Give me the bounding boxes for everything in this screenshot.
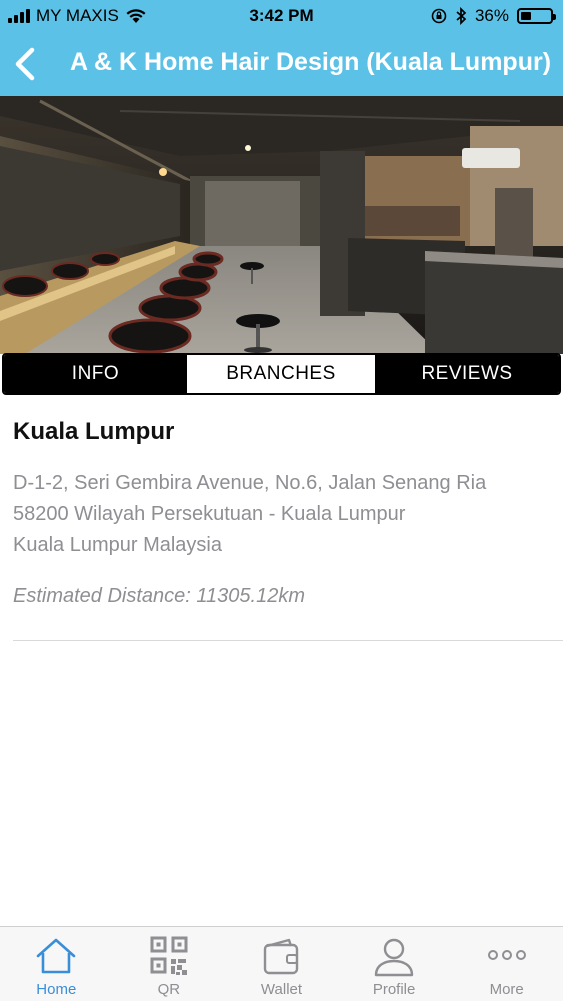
tab-reviews[interactable]: REVIEWS bbox=[375, 355, 559, 393]
qr-code-icon bbox=[150, 936, 188, 975]
chevron-left-icon bbox=[15, 47, 35, 81]
estimated-distance: Estimated Distance: 11305.12km bbox=[13, 585, 306, 607]
tabbar-qr[interactable]: QR bbox=[113, 927, 226, 1001]
tabbar-more-label: More bbox=[489, 981, 524, 998]
status-bar: MY MAXIS 3:42 PM 36% bbox=[0, 0, 563, 32]
tab-branches[interactable]: BRANCHES bbox=[187, 355, 375, 393]
page-title: A & K Home Hair Design (Kuala Lumpur) bbox=[69, 48, 552, 76]
tabbar-profile-label: Profile bbox=[372, 981, 416, 998]
address-line-3: Kuala Lumpur Malaysia bbox=[13, 534, 222, 556]
tabbar-qr-label: QR bbox=[157, 981, 181, 998]
header-bar: MY MAXIS 3:42 PM 36% A & K Home Hair Des… bbox=[0, 0, 563, 96]
address-line-1: D-1-2, Seri Gembira Avenue, No.6, Jalan … bbox=[13, 472, 487, 494]
branch-card[interactable]: Kuala Lumpur D-1-2, Seri Gembira Avenue,… bbox=[13, 418, 551, 608]
tabbar-home[interactable]: Home bbox=[0, 927, 113, 1001]
home-icon bbox=[36, 938, 76, 974]
tabbar-more[interactable]: More bbox=[450, 927, 563, 1001]
salon-photo bbox=[0, 96, 563, 354]
address-line-2: 58200 Wilayah Persekutuan - Kuala Lumpur bbox=[13, 503, 406, 525]
more-dots-icon bbox=[487, 950, 526, 960]
back-button[interactable] bbox=[12, 46, 38, 82]
tabbar-home-label: Home bbox=[36, 981, 77, 998]
profile-icon bbox=[374, 938, 414, 977]
bluetooth-icon bbox=[456, 7, 467, 25]
battery-icon bbox=[517, 8, 556, 24]
tabbar-profile[interactable]: Profile bbox=[338, 927, 451, 1001]
tabbar-wallet-label: Wallet bbox=[260, 981, 303, 998]
divider bbox=[13, 640, 563, 641]
tabbar-wallet[interactable]: Wallet bbox=[225, 927, 338, 1001]
branch-name: Kuala Lumpur bbox=[13, 418, 175, 445]
wallet-icon bbox=[264, 938, 299, 975]
orientation-lock-icon bbox=[431, 8, 447, 24]
bottom-tab-bar: Home QR Wallet Profile More bbox=[0, 926, 563, 1001]
battery-percent: 36% bbox=[474, 6, 509, 25]
tab-info[interactable]: INFO bbox=[4, 355, 187, 393]
segment-tabs: INFO BRANCHES REVIEWS bbox=[2, 353, 561, 395]
